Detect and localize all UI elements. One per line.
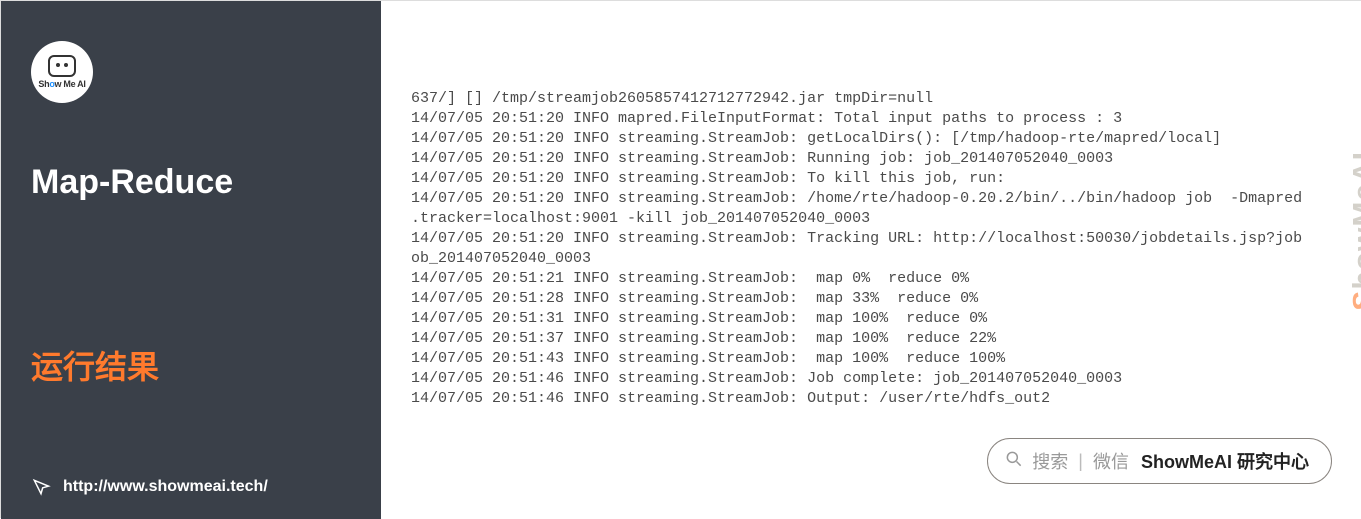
footer-url[interactable]: http://www.showmeai.tech/ <box>63 478 268 496</box>
separator: | <box>1078 451 1083 472</box>
logo-text-prefix: Sh <box>38 79 49 89</box>
search-hint-wechat: 微信 <box>1093 448 1129 474</box>
sidebar: Show Me AI Map-Reduce 运行结果 http://www.sh… <box>1 1 381 519</box>
logo-face-icon <box>48 55 76 77</box>
logo-text-suffix: w Me AI <box>55 79 86 89</box>
main-panel: ShowMeAI 637/] [] /tmp/streamjob26058574… <box>381 1 1361 519</box>
footer: http://www.showmeai.tech/ <box>31 477 268 497</box>
page-subtitle: 运行结果 <box>31 342 351 388</box>
log-output: 637/] [] /tmp/streamjob26058574127127729… <box>411 89 1352 409</box>
brand-logo: Show Me AI <box>31 41 93 103</box>
search-icon <box>1004 449 1024 474</box>
logo-text: Show Me AI <box>38 79 85 89</box>
cursor-icon <box>31 477 51 497</box>
page-title: Map-Reduce <box>31 163 351 202</box>
search-brand: ShowMeAI 研究中心 <box>1141 448 1309 474</box>
search-pill[interactable]: 搜索 | 微信 ShowMeAI 研究中心 <box>987 438 1332 484</box>
search-hint-search: 搜索 <box>1032 448 1068 474</box>
